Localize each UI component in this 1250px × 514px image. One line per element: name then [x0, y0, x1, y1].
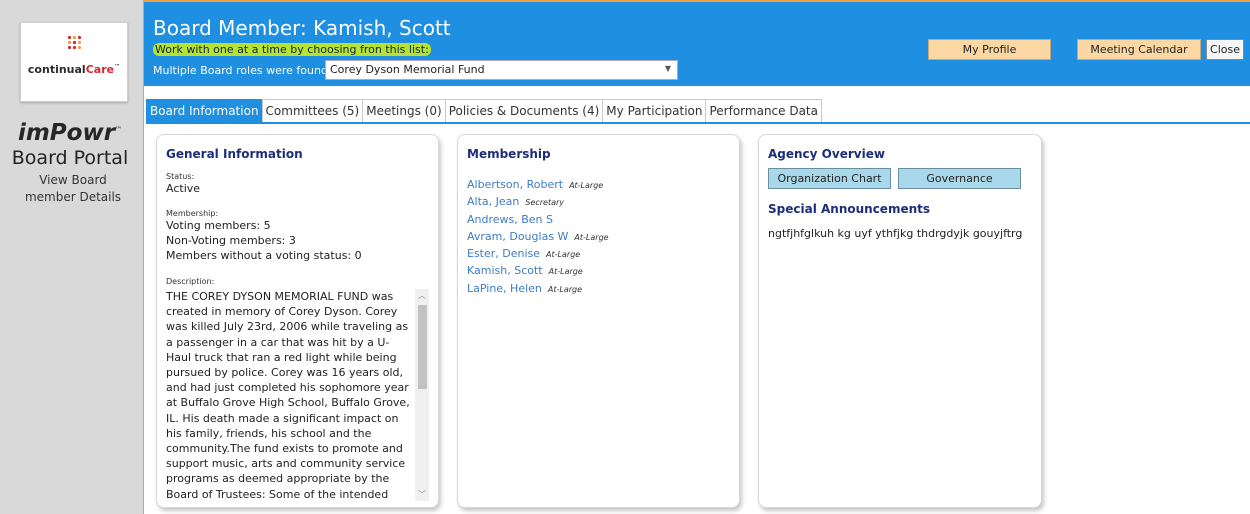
member-list: Albertson, Robert At-Large Alta, Jean Secr… [467, 173, 609, 295]
close-button[interactable]: Close [1206, 39, 1244, 60]
status-value: Active [166, 182, 201, 195]
general-information-heading: General Information [166, 147, 303, 161]
board-role-select[interactable]: Corey Dyson Memorial Fund ▼ [325, 60, 678, 80]
agency-overview-heading: Agency Overview [768, 147, 885, 161]
list-item: Avram, Douglas W At-Large [467, 225, 609, 243]
voting-members: Voting members: 5 [166, 219, 271, 232]
membership-label: Membership: [166, 209, 219, 218]
tab-performance-data[interactable]: Performance Data [705, 99, 822, 123]
member-link[interactable]: Kamish, Scott [467, 264, 543, 277]
membership-heading: Membership [467, 147, 551, 161]
roles-label: Multiple Board roles were found. [153, 64, 332, 77]
tab-my-participation[interactable]: My Participation [602, 99, 707, 123]
sidebar: continualCare™ imPowr™ Board Portal View… [0, 0, 144, 514]
list-item: Kamish, Scott At-Large [467, 259, 609, 277]
scroll-thumb[interactable] [418, 305, 427, 389]
product-name: imPowr™ [17, 120, 123, 146]
scroll-down-icon[interactable]: ﹀ [415, 488, 429, 501]
list-item: LaPine, Helen At-Large [467, 277, 609, 295]
logo-text: continualCare™ [27, 63, 121, 76]
member-role: Secretary [525, 198, 565, 208]
tab-meetings[interactable]: Meetings (0) [362, 99, 446, 123]
member-link[interactable]: Ester, Denise [467, 247, 540, 260]
member-role: At-Large [548, 267, 583, 277]
description-text: THE COREY DYSON MEMORIAL FUND was create… [166, 290, 410, 501]
non-voting-members: Non-Voting members: 3 [166, 234, 296, 247]
portal-subtitle: View Board member Details [24, 173, 122, 204]
member-role: At-Large [547, 284, 583, 294]
portal-title: Board Portal [11, 147, 129, 169]
list-item: Alta, Jean Secretary [467, 190, 609, 208]
member-link[interactable]: Alta, Jean [467, 195, 519, 208]
list-item: Ester, Denise At-Large [467, 242, 609, 260]
description-box[interactable]: THE COREY DYSON MEMORIAL FUND was create… [166, 289, 429, 501]
member-role: At-Large [574, 232, 609, 242]
header-bar: Board Member: Kamish, Scott Work with on… [144, 0, 1250, 86]
continualcare-logo: continualCare™ [20, 22, 128, 102]
status-label: Status: [166, 172, 195, 181]
board-role-selected: Corey Dyson Memorial Fund [330, 63, 485, 76]
member-link[interactable]: LaPine, Helen [467, 282, 542, 295]
description-label: Description: [166, 277, 215, 286]
tab-bar: Board Information Committees (5) Meeting… [146, 99, 822, 123]
list-item: Andrews, Ben S [467, 208, 609, 226]
member-link[interactable]: Andrews, Ben S [467, 213, 553, 226]
governance-button[interactable]: Governance [898, 168, 1021, 189]
membership-panel: Membership Albertson, Robert At-Large Alt… [457, 134, 740, 508]
role-hint: Work with one at a time by choosing fron… [153, 43, 431, 56]
tab-policies-documents[interactable]: Policies & Documents (4) [444, 99, 604, 123]
member-link[interactable]: Avram, Douglas W [467, 230, 568, 243]
scroll-up-icon[interactable]: ︿ [415, 289, 429, 302]
member-role: At-Large [546, 250, 581, 260]
list-item: Albertson, Robert At-Large [467, 173, 609, 191]
tab-board-information[interactable]: Board Information [146, 99, 263, 123]
description-scrollbar[interactable]: ︿ ﹀ [415, 289, 429, 501]
page-title: Board Member: Kamish, Scott [153, 16, 451, 40]
general-information-panel: General Information Status: Active Membe… [156, 134, 439, 508]
member-role: At-Large [569, 181, 604, 190]
organization-chart-button[interactable]: Organization Chart [768, 168, 891, 189]
tab-committees[interactable]: Committees (5) [261, 99, 364, 123]
chevron-down-icon: ▼ [664, 64, 671, 73]
announcement-text: ngtfjhfglkuh kg uyf ythfjkg thdrgdyjk go… [768, 227, 1023, 240]
member-link[interactable]: Albertson, Robert [467, 178, 563, 191]
my-profile-button[interactable]: My Profile [928, 39, 1051, 60]
members-without-status: Members without a voting status: 0 [166, 249, 362, 262]
logo-mark-icon [68, 36, 82, 50]
special-announcements-heading: Special Announcements [768, 202, 931, 216]
meeting-calendar-button[interactable]: Meeting Calendar [1077, 39, 1201, 60]
agency-overview-panel: Agency Overview Organization Chart Gover… [758, 134, 1042, 508]
tab-underline [146, 122, 1250, 124]
